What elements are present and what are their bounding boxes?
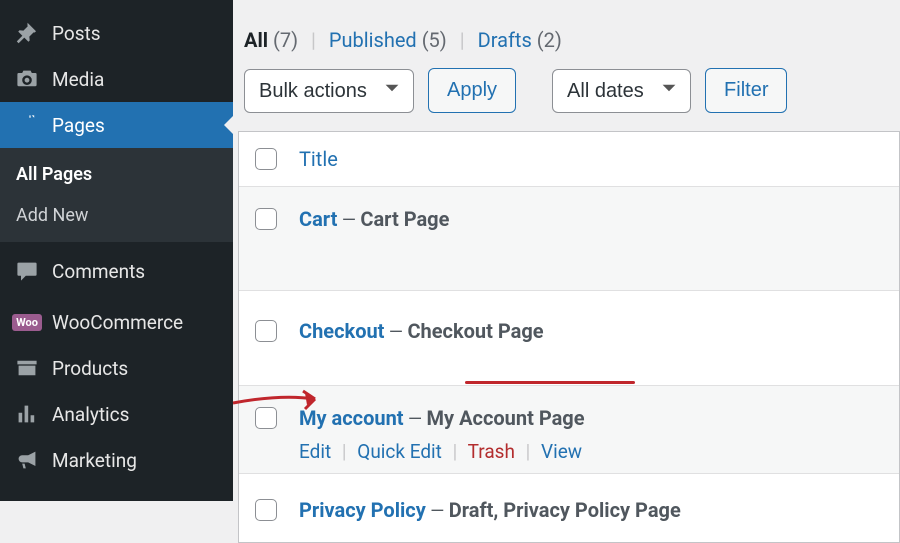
pin-icon (14, 21, 40, 45)
page-states: Cart Page (360, 207, 449, 231)
woo-icon: Woo (14, 314, 40, 331)
page-states: Checkout Page (407, 319, 543, 343)
sidebar-item-marketing[interactable]: Marketing (0, 437, 233, 474)
comment-icon (14, 259, 40, 283)
filter-drafts[interactable]: Drafts (478, 28, 532, 52)
admin-sidebar: Posts Media Pages All Pages Add New Comm… (0, 0, 233, 501)
bars-icon (14, 402, 40, 426)
quick-edit-link[interactable]: Quick Edit (357, 440, 442, 463)
sidebar-item-label: WooCommerce (52, 311, 183, 334)
sidebar-item-label: Products (52, 357, 128, 380)
filter-published-count: (5) (422, 28, 447, 52)
submenu-add-new[interactable]: Add New (0, 195, 233, 236)
sidebar-item-analytics[interactable]: Analytics (0, 391, 233, 437)
table-row: Checkout — Checkout Page (239, 291, 899, 386)
annotation-underline (465, 381, 635, 384)
filter-published[interactable]: Published (329, 28, 417, 52)
filter-all[interactable]: All (244, 28, 268, 52)
page-states: Draft, Privacy Policy Page (449, 498, 681, 522)
table-header: Title (239, 132, 899, 187)
filter-all-count: (7) (273, 28, 298, 52)
sidebar-item-label: Pages (52, 114, 105, 137)
archive-icon (14, 356, 40, 380)
date-filter-select[interactable]: All dates (552, 69, 691, 113)
table-row: Cart — Cart Page . (239, 187, 899, 291)
row-checkbox[interactable] (255, 499, 277, 521)
camera-icon (14, 67, 40, 91)
sidebar-item-media[interactable]: Media (0, 56, 233, 102)
table-row: My account — My Account Page Edit | Quic… (239, 386, 899, 474)
page-title-link[interactable]: Privacy Policy (299, 498, 426, 522)
annotation-arrow (231, 388, 331, 419)
toolbar: Bulk actions Apply All dates Filter (238, 68, 900, 131)
pages-list-screen: All (7) | Published (5) | Drafts (2) Bul… (233, 0, 900, 501)
sidebar-item-label: Analytics (52, 403, 129, 426)
sidebar-item-label: Media (52, 68, 104, 91)
table-row: Privacy Policy — Draft, Privacy Policy P… (239, 474, 899, 542)
submenu-all-pages[interactable]: All Pages (0, 154, 233, 195)
pages-table: Title Cart — Cart Page . Checkout — Chec… (238, 131, 900, 543)
megaphone-icon (14, 448, 40, 472)
filter-drafts-count: (2) (537, 28, 562, 52)
status-filters: All (7) | Published (5) | Drafts (2) (238, 28, 900, 68)
page-title-link[interactable]: Cart (299, 207, 337, 231)
row-checkbox[interactable] (255, 208, 277, 230)
row-actions: Edit | Quick Edit | Trash | View (255, 430, 883, 463)
bulk-actions-select[interactable]: Bulk actions (244, 69, 414, 113)
sidebar-item-label: Posts (52, 22, 101, 45)
column-title[interactable]: Title (299, 147, 338, 171)
pages-submenu: All Pages Add New (0, 148, 233, 242)
filter-button[interactable]: Filter (705, 68, 787, 113)
apply-button[interactable]: Apply (428, 68, 516, 113)
sidebar-item-posts[interactable]: Posts (0, 10, 233, 56)
select-all-checkbox[interactable] (255, 148, 277, 170)
sidebar-item-label: Marketing (52, 449, 137, 472)
sidebar-item-comments[interactable]: Comments (0, 248, 233, 294)
row-checkbox[interactable] (255, 320, 277, 342)
pages-icon (14, 113, 40, 137)
trash-link[interactable]: Trash (468, 440, 515, 463)
sidebar-item-label: Comments (52, 260, 145, 283)
page-title-link[interactable]: Checkout (299, 319, 384, 343)
sidebar-item-pages[interactable]: Pages (0, 102, 233, 148)
page-states: My Account Page (427, 406, 585, 430)
sidebar-item-products[interactable]: Products (0, 345, 233, 391)
view-link[interactable]: View (541, 440, 582, 463)
edit-link[interactable]: Edit (299, 440, 331, 463)
sidebar-item-woocommerce[interactable]: Woo WooCommerce (0, 300, 233, 345)
